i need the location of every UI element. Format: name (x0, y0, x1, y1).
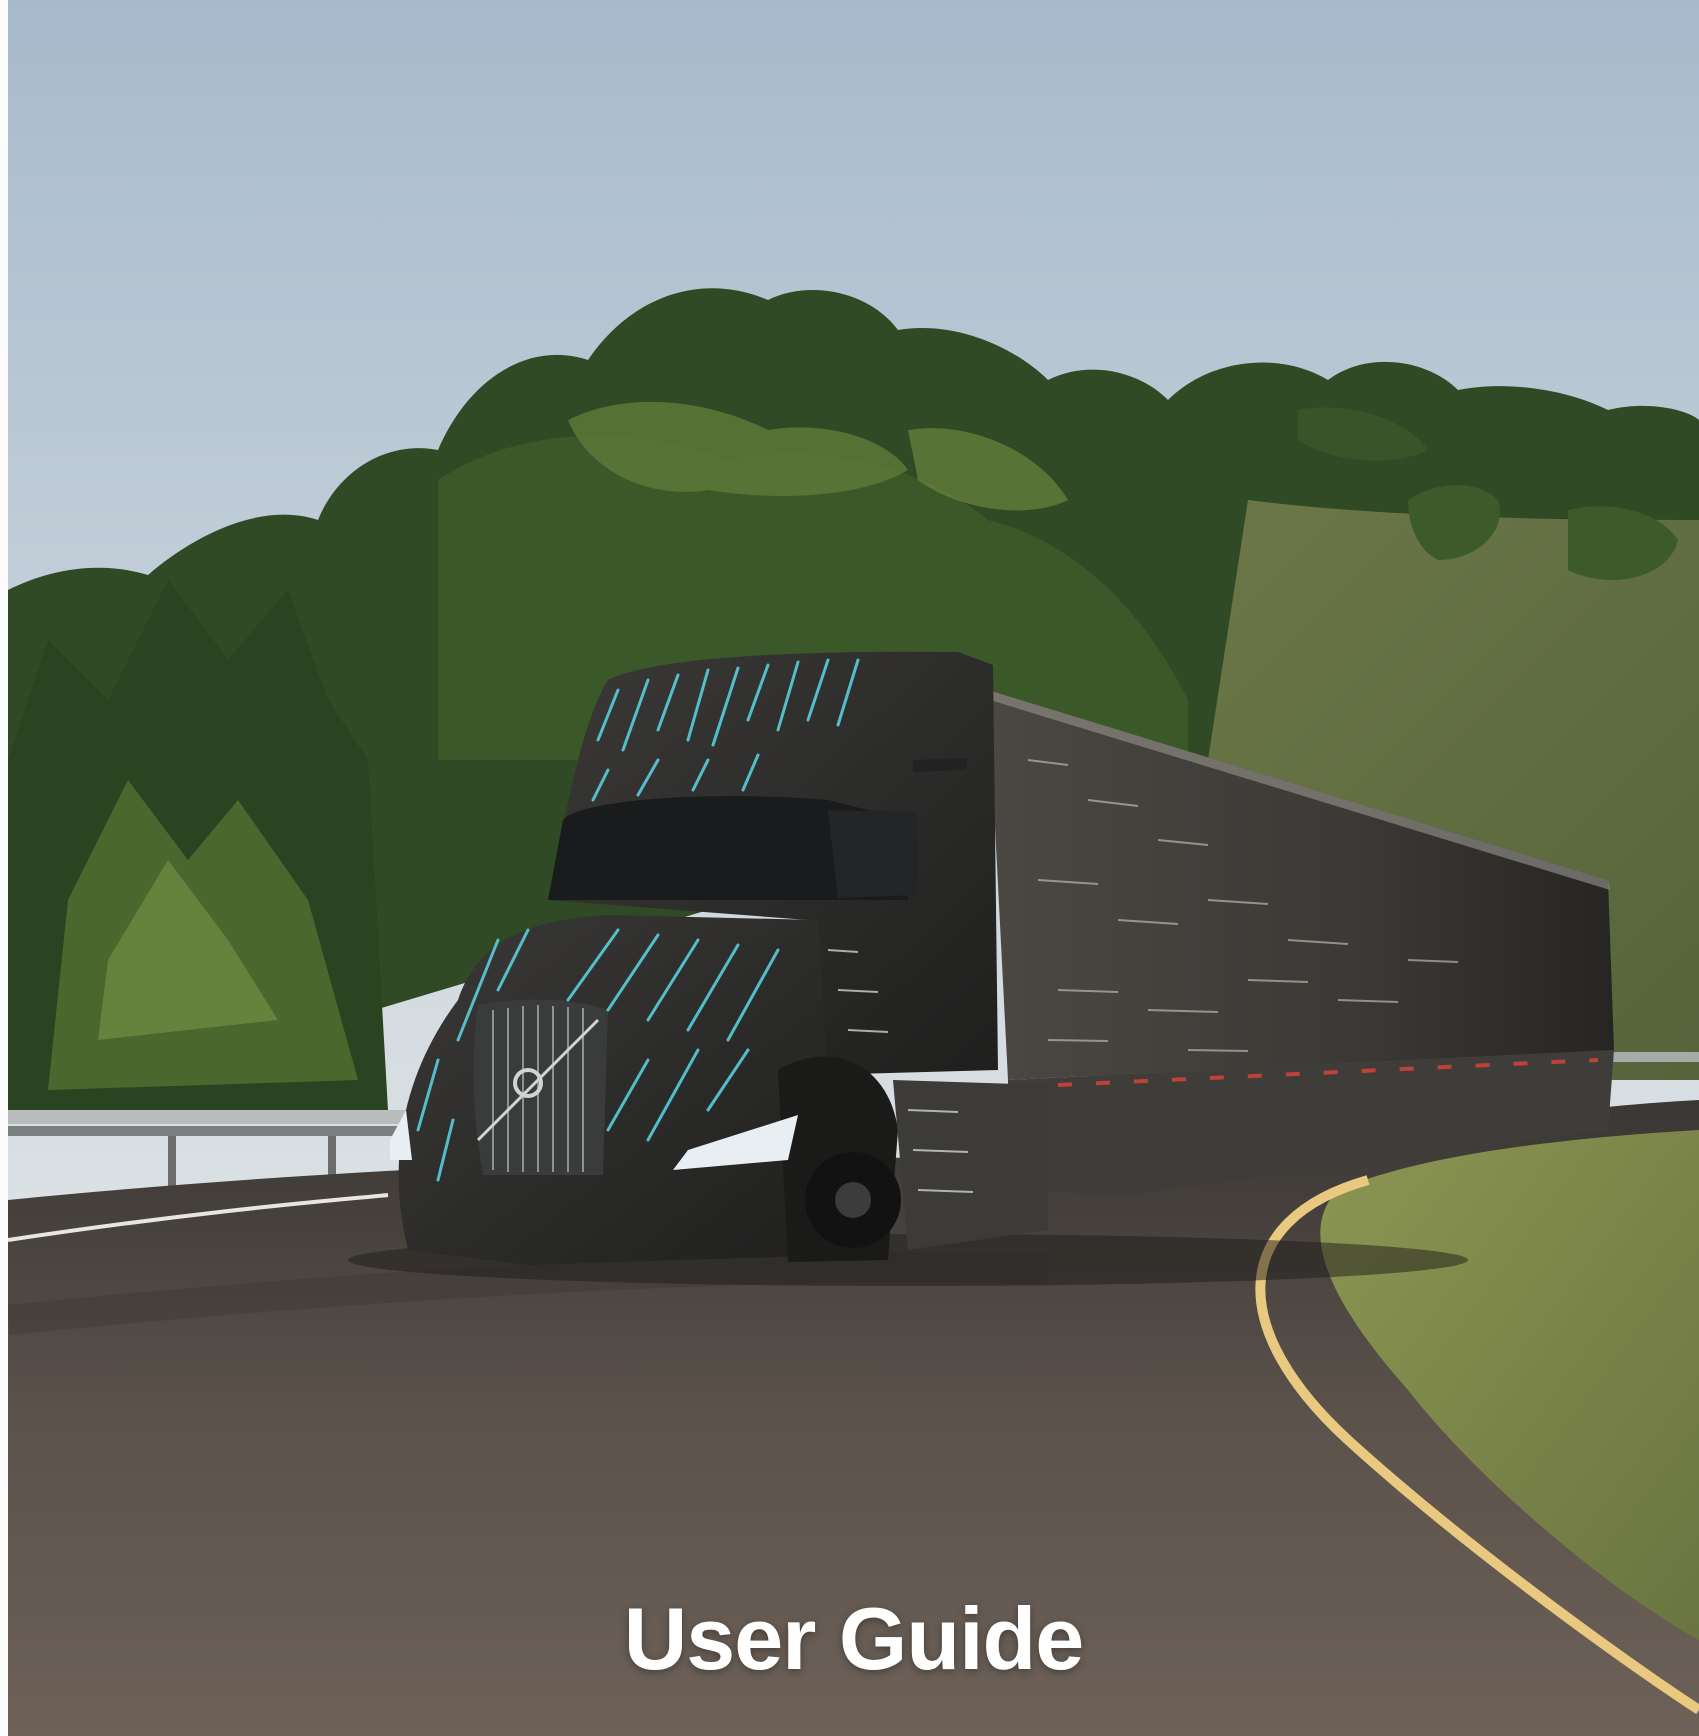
cover-title: User Guide (623, 1589, 1084, 1688)
cover-photo-illustration (8, 0, 1699, 1736)
cover-image: User Guide (8, 0, 1699, 1736)
